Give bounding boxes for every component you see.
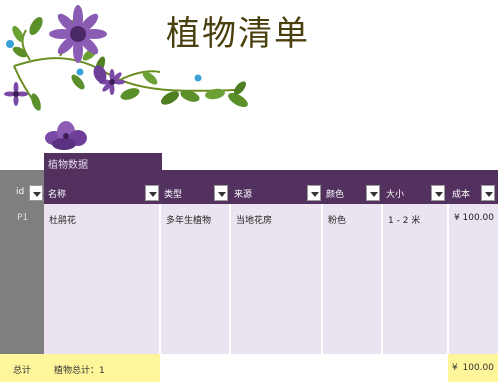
header-cost: 成本: [448, 185, 498, 202]
flower-cluster-icon: [45, 121, 87, 150]
cell-id[interactable]: P1: [17, 213, 28, 223]
header-color: 颜色: [322, 185, 382, 202]
cell-color[interactable]: 粉色: [323, 204, 381, 354]
total-cost-cell[interactable]: ¥ 100.00: [448, 354, 498, 382]
cell-cost[interactable]: ¥ 100.00: [449, 204, 498, 354]
total-cost-currency: ¥: [452, 363, 458, 373]
cell-name-value: 杜鹃花: [49, 216, 77, 226]
filter-dropdown-id-icon[interactable]: [29, 185, 43, 201]
header-color-label: 颜色: [326, 190, 345, 200]
cell-cost-currency: ¥: [454, 213, 460, 223]
cell-type-value: 多年生植物: [166, 216, 212, 226]
page-title: 植物清单: [166, 14, 310, 54]
header-cost-label: 成本: [452, 190, 471, 200]
filter-dropdown-cost-icon[interactable]: [481, 185, 495, 201]
header-type-label: 类型: [164, 190, 183, 200]
cell-type[interactable]: 多年生植物: [161, 204, 229, 354]
header-size: 大小: [382, 185, 448, 202]
cell-source-value: 当地花房: [236, 216, 273, 226]
filter-dropdown-type-icon[interactable]: [214, 185, 228, 201]
header-id-label: id: [16, 187, 25, 197]
cell-cost-value: 100.00: [462, 213, 495, 223]
header-name: 名称: [44, 185, 160, 202]
filter-dropdown-source-icon[interactable]: [307, 185, 321, 201]
cell-name[interactable]: 杜鹃花: [44, 204, 159, 354]
header-id: id: [0, 185, 44, 202]
cell-size-value: 1 - 2 米: [388, 216, 421, 226]
total-cost-value: 100.00: [462, 363, 495, 373]
filter-dropdown-name-icon[interactable]: [145, 185, 159, 201]
header-source-label: 来源: [234, 190, 253, 200]
header-name-label: 名称: [48, 190, 67, 200]
header-type: 类型: [160, 185, 230, 202]
cell-color-value: 粉色: [328, 216, 347, 226]
total-count-label: 植物总计：1: [54, 366, 105, 376]
filter-dropdown-size-icon[interactable]: [431, 185, 445, 201]
total-label-cell[interactable]: 总计: [0, 354, 44, 382]
total-count-cell[interactable]: 植物总计：1: [44, 354, 160, 382]
header-size-label: 大小: [386, 190, 405, 200]
table-name-label: 植物数据: [48, 160, 88, 171]
filter-dropdown-color-icon[interactable]: [366, 185, 380, 201]
header-source: 来源: [230, 185, 322, 202]
cell-source[interactable]: 当地花房: [231, 204, 321, 354]
cell-size[interactable]: 1 - 2 米: [383, 204, 447, 354]
total-label: 总计: [13, 366, 32, 376]
